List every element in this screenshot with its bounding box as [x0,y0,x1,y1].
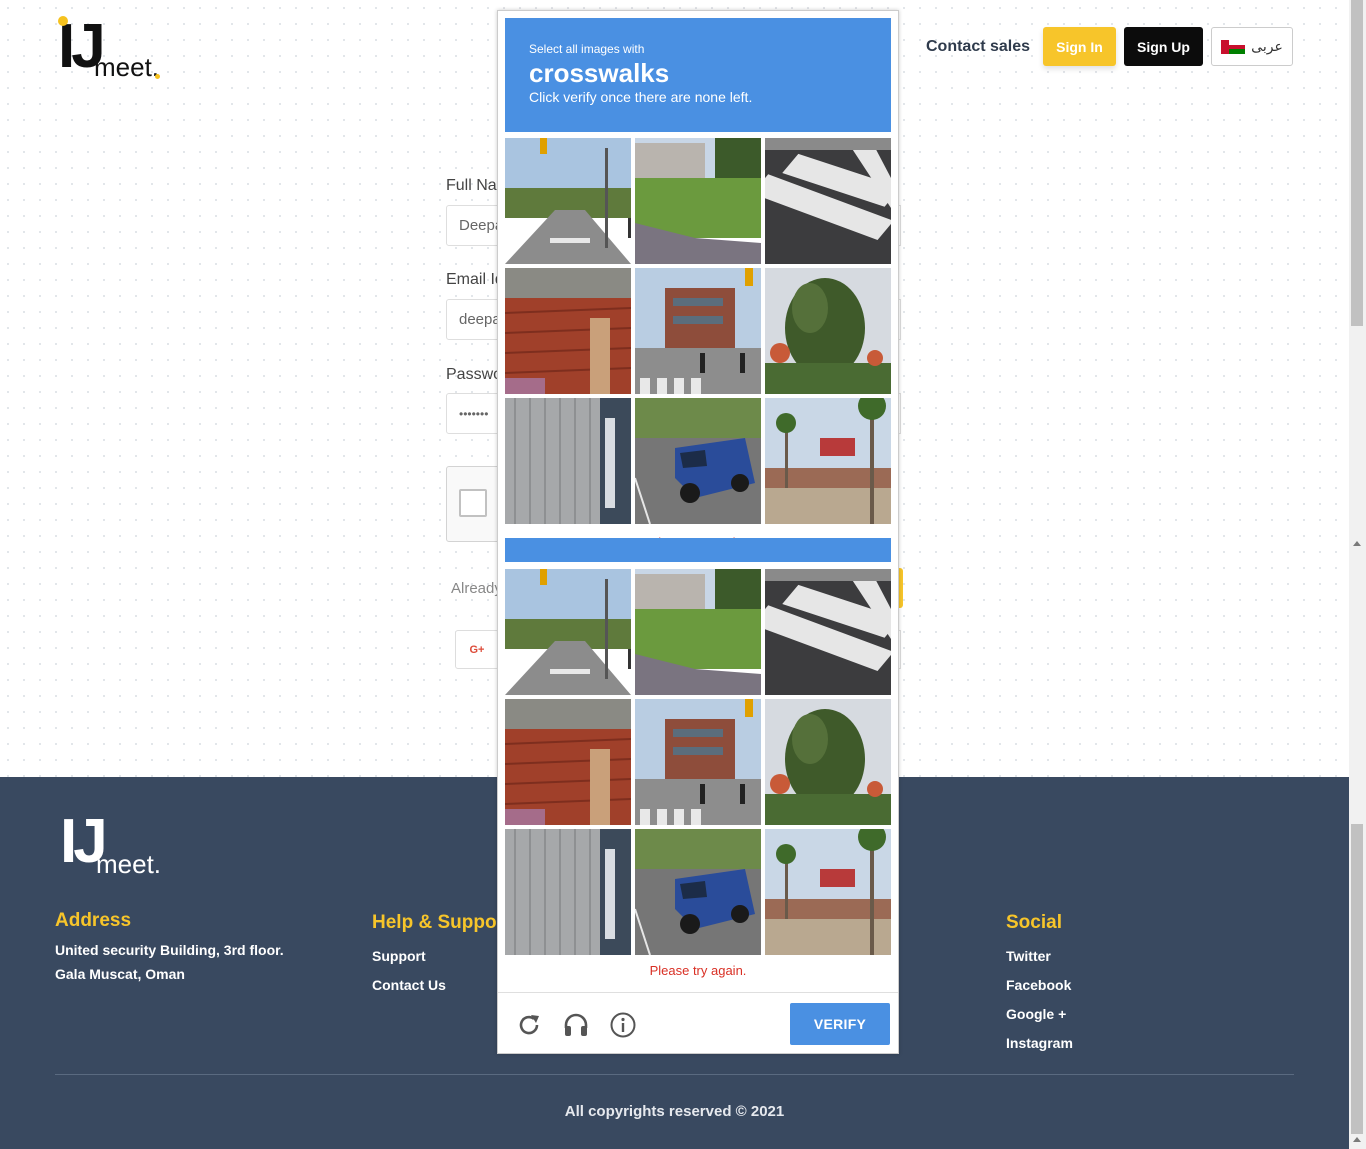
tile-lawn-house[interactable] [635,569,761,695]
scrollbar-thumb-lower[interactable] [1351,824,1363,1134]
language-label: عربى [1251,38,1283,54]
image-grid-lower [505,569,891,955]
address-line-1: United security Building, 3rd floor. [55,942,284,958]
google-signin-button[interactable]: G+ [455,630,499,669]
tile-blue-pickup-truck[interactable] [635,829,761,955]
tile-lawn-house[interactable] [635,138,761,264]
challenge-instruction: Select all images with [529,42,645,56]
logo-dot [58,16,68,26]
ijmeet-logo[interactable]: IJ meet. [58,16,168,82]
error-message: Please try again. [649,963,747,978]
google-plus-icon: G+ [469,643,485,656]
challenge-sub-instruction: Click verify once there are none left. [529,89,753,105]
footer-link-support[interactable]: Support [372,948,426,964]
oman-flag-icon [1221,39,1246,54]
copyright-text: All copyrights reserved © 2021 [564,1103,785,1120]
scroll-up-arrow-icon-lower[interactable] [1353,1137,1361,1142]
sign-up-button[interactable]: Sign Up [1124,27,1203,66]
tile-street-traffic-light[interactable] [505,138,631,264]
verify-button[interactable]: VERIFY [790,1003,890,1045]
info-icon[interactable] [609,1011,637,1039]
recaptcha-challenge-popup: Select all images with crosswalks Click … [497,10,899,1054]
reload-icon[interactable] [515,1011,543,1039]
tile-street-traffic-light[interactable] [505,569,631,695]
tile-palm-tree[interactable] [765,268,891,394]
footer-divider [55,1074,1294,1075]
footer-link-google-plus[interactable]: Google + [1006,1006,1066,1022]
challenge-footer-divider [498,992,898,993]
footer-link-contact-us[interactable]: Contact Us [372,977,446,993]
social-heading: Social [1006,912,1062,933]
tile-palm-tree[interactable] [765,699,891,825]
tile-roadside-restaurant[interactable] [765,829,891,955]
help-support-heading: Help & Suppor [372,912,504,933]
scrollbar-thumb-upper[interactable] [1351,0,1363,326]
contact-sales-link[interactable]: Contact sales [926,38,1030,56]
error-message-ghost: Please try again. [498,530,898,538]
page-scrollbar[interactable] [1349,0,1366,1149]
tile-crosswalk-stripes[interactable] [765,569,891,695]
tile-building-pedestrians[interactable] [635,699,761,825]
footer-link-facebook[interactable]: Facebook [1006,977,1071,993]
address-line-2: Gala Muscat, Oman [55,966,185,982]
email-label: Email Id [446,271,504,288]
address-heading: Address [55,910,132,931]
tile-grey-wall[interactable] [505,398,631,524]
tile-blue-pickup-truck[interactable] [635,398,761,524]
tile-grey-wall[interactable] [505,829,631,955]
logo-meet-text: meet. [94,52,160,82]
image-grid-upper [505,138,891,524]
tile-building-pedestrians[interactable] [635,268,761,394]
footer-link-instagram[interactable]: Instagram [1006,1035,1073,1051]
language-switch-button[interactable]: عربى [1211,27,1293,66]
tile-red-wall[interactable] [505,699,631,825]
already-have-account-text: Already [451,580,502,597]
scroll-up-arrow-icon[interactable] [1353,541,1361,546]
tile-crosswalk-stripes[interactable] [765,138,891,264]
footer-link-twitter[interactable]: Twitter [1006,948,1051,964]
footer-logo[interactable]: IJ meet. [60,811,170,879]
sign-in-button[interactable]: Sign In [1043,27,1116,66]
recaptcha-checkbox[interactable] [459,489,487,517]
tile-red-wall[interactable] [505,268,631,394]
challenge-header-transition-bar [505,538,891,562]
password-label: Passwo [446,366,503,383]
challenge-target-word: crosswalks [529,58,670,88]
footer-logo-meet: meet. [96,849,162,879]
tile-roadside-restaurant[interactable] [765,398,891,524]
audio-icon[interactable] [562,1011,590,1039]
challenge-header: Select all images with crosswalks Click … [505,18,891,132]
logo-accent-dot [155,74,160,79]
full-name-label: Full Nar [446,177,503,194]
